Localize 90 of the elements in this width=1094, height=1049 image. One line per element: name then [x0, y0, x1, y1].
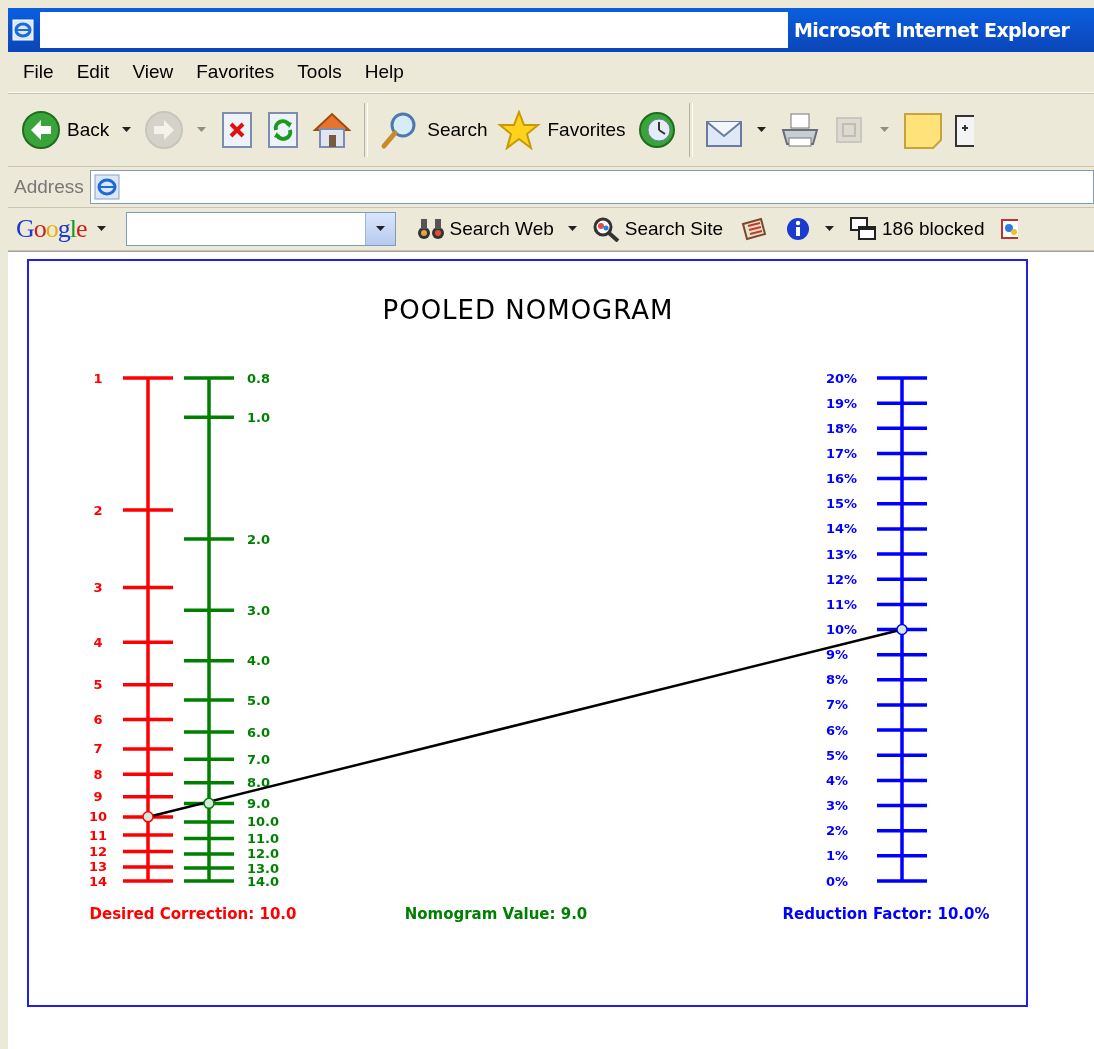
scale-label: 6	[93, 712, 103, 727]
scale-label: 20%	[826, 370, 858, 386]
scale-label: 12%	[826, 571, 858, 587]
search-field[interactable]	[125, 212, 396, 246]
menu-item[interactable]: File	[14, 57, 68, 87]
blocker-button[interactable]: 186 blocked	[842, 214, 991, 244]
scale-label: 4.0	[247, 653, 271, 669]
scale-label: 10.0	[247, 814, 280, 830]
search-site-button[interactable]: Search Site	[584, 214, 729, 244]
menu-item[interactable]: Edit	[67, 57, 124, 87]
scale-label: 12	[88, 844, 108, 860]
scale-label: 5%	[826, 747, 849, 763]
caret-icon	[756, 127, 766, 133]
caret-icon	[96, 226, 106, 232]
scale-label: 3%	[826, 798, 849, 813]
star-icon	[497, 110, 542, 150]
scale-label: 5	[93, 677, 103, 693]
favorites-button[interactable]: Favorites	[494, 108, 629, 152]
scale-label: 1	[93, 370, 103, 386]
caret-icon	[197, 127, 207, 133]
scale-label: 4	[93, 634, 103, 650]
scale-label: 8.0	[247, 775, 271, 791]
menu-item[interactable]: Help	[355, 57, 418, 87]
search-web-button[interactable]: Search Web	[409, 214, 560, 244]
scale-label: 1.0	[247, 409, 271, 425]
scale-label: 15%	[826, 496, 858, 512]
scale-label: 11%	[826, 596, 858, 612]
scale-label: 11.0	[247, 831, 280, 847]
scale-label: 7	[93, 741, 103, 757]
scale-label: 6%	[826, 722, 849, 738]
scale-caption: Desired Correction: 10.0	[89, 905, 297, 923]
scale-label: 9.0	[247, 795, 271, 811]
scale-label: 1%	[826, 848, 849, 864]
scale-label: 13.0	[247, 860, 280, 876]
scale-label: 8	[93, 766, 103, 782]
scale-label: 8%	[826, 672, 849, 688]
caret-icon	[825, 226, 834, 232]
striped-card-icon	[739, 216, 769, 242]
scale-label: 13%	[826, 546, 858, 562]
scale-label: 3.0	[247, 602, 271, 618]
palette-icon	[1000, 216, 1019, 242]
scale-label: 5.0	[247, 692, 271, 708]
caret-icon	[879, 127, 889, 133]
scale-label: 14	[88, 873, 108, 889]
scale-label: 17%	[826, 445, 858, 461]
menu-item[interactable]: Tools	[288, 57, 356, 87]
scale-label: 10	[88, 809, 108, 825]
search-logo[interactable]: Google	[16, 214, 89, 244]
scale-label: 16%	[826, 471, 858, 487]
home-icon	[311, 110, 354, 150]
scale-caption: Reduction Factor: 10.0%	[782, 905, 990, 923]
scale-caption: Nomogram Value: 9.0	[404, 905, 588, 923]
search-button[interactable]: Search	[376, 108, 491, 152]
scale-label: 9%	[826, 647, 849, 663]
windows-icon	[848, 216, 878, 242]
scale-label: 10%	[826, 622, 858, 637]
browser-logo-icon	[12, 19, 34, 41]
nomogram-title: POOLED NOMOGRAM	[382, 295, 674, 325]
note-icon	[901, 110, 944, 150]
caret-icon	[567, 226, 577, 232]
info-icon	[785, 216, 811, 242]
scale-label: 2%	[826, 823, 849, 839]
scale-label: 19%	[826, 395, 858, 411]
scale-label: 9	[93, 789, 103, 805]
menu-item[interactable]: Favorites	[187, 57, 289, 87]
address-label: Address	[14, 176, 84, 198]
scale-label: 14%	[826, 521, 858, 537]
menu-item[interactable]: View	[123, 57, 188, 87]
scale-label: 4%	[826, 772, 849, 788]
dropdown-button[interactable]	[364, 213, 395, 245]
caret-icon	[375, 226, 385, 232]
caret-icon	[122, 127, 132, 133]
scale-label: 6.0	[247, 724, 271, 740]
scale-label: 18%	[826, 420, 858, 436]
scale-label: 14.0	[247, 873, 280, 889]
scale-label: 2.0	[247, 531, 271, 547]
scale-label: 2	[93, 502, 103, 518]
scale-label: 7.0	[247, 751, 271, 767]
scale-label: 11	[88, 827, 108, 843]
scale-label: 7%	[826, 697, 849, 713]
scale-label: 12.0	[247, 846, 280, 862]
binoculars-icon	[415, 216, 446, 242]
page-icon	[92, 173, 121, 201]
address-field[interactable]	[89, 170, 1094, 204]
scale-label: 13	[88, 859, 108, 875]
scale-label: 0%	[826, 873, 849, 889]
scale-label: 3	[93, 579, 103, 595]
window-title: Microsoft Internet Explorer	[794, 19, 1070, 41]
scale-label: 0.8	[247, 370, 271, 386]
back-button[interactable]: Back	[18, 108, 113, 152]
